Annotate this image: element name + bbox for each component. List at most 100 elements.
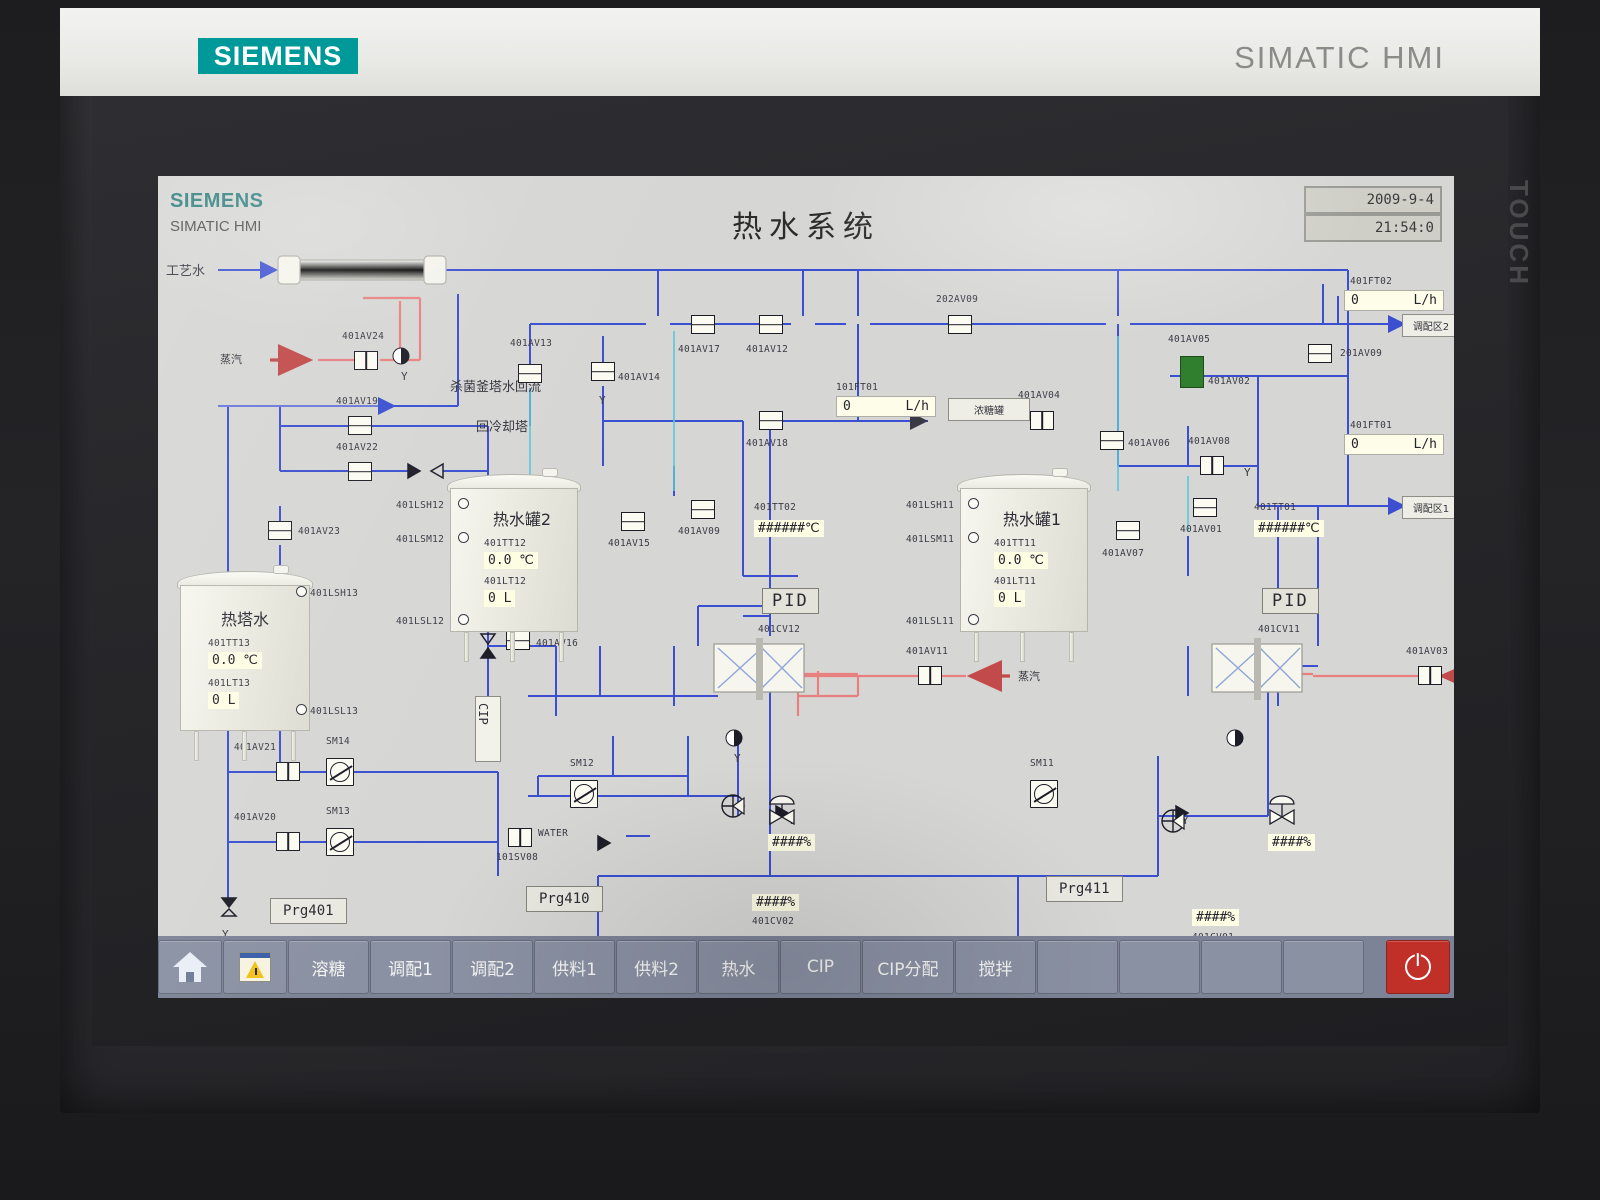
valve-401AV01-label: 401AV01 [1180, 524, 1223, 535]
valve-401AV06[interactable] [1100, 431, 1124, 450]
nav-tab-jiaoban[interactable]: 搅拌 [955, 940, 1036, 994]
valve-401AV19[interactable] [348, 416, 372, 435]
flowmeter-401FT01-tag: 401FT01 [1350, 420, 1393, 431]
flowmeter-101FT01-tag: 101FT01 [836, 382, 879, 393]
cv-401CV02-value: ####% [752, 894, 800, 911]
pid-401CV12[interactable]: PID [762, 588, 819, 614]
bottom-navigation-bar: 溶糖 调配1 调配2 供料1 供料2 热水 CIP CIP分配 搅拌 [158, 936, 1454, 998]
valve-401AV03[interactable] [1418, 666, 1442, 685]
valve-201AV09-label: 201AV09 [1340, 348, 1383, 359]
pump-SM11[interactable] [1030, 780, 1058, 808]
flowmeter-401FT02-unit: L/h [1413, 293, 1437, 308]
pid-401CV11-tag: 401CV11 [1258, 624, 1301, 635]
svg-text:Y: Y [599, 394, 606, 407]
valve-401AV01[interactable] [1193, 498, 1217, 517]
prg410-button[interactable]: Prg410 [526, 886, 603, 912]
valve-401AV22[interactable] [348, 462, 372, 481]
sensor-401LSL13-label: 401LSL13 [310, 706, 359, 717]
tank3-level-tag: 401LT13 [208, 678, 251, 689]
valve-401AV15[interactable] [621, 512, 645, 531]
cv11-actuator [1269, 795, 1295, 826]
tank2-temp-value: 0.0 ℃ [484, 552, 538, 569]
heat-exchanger-2-shape [713, 638, 805, 700]
prg401-button[interactable]: Prg401 [270, 898, 347, 924]
valve-401AV19-label: 401AV19 [336, 396, 379, 407]
valve-401AV08[interactable] [1200, 456, 1224, 475]
valve-401AV24[interactable] [354, 351, 378, 370]
valve-401AV02-label: 401AV02 [1208, 376, 1251, 387]
fan-glyph-cv02 [721, 794, 745, 818]
cv-401CV01-value: ####% [1192, 909, 1240, 926]
cip-module-label: CIP [476, 703, 490, 725]
nav-alarm-button[interactable] [223, 940, 287, 994]
nav-tab-blank-2[interactable] [1119, 940, 1200, 994]
pump-SM14[interactable] [326, 758, 354, 786]
tank2-temp-tag: 401TT12 [484, 538, 527, 549]
flowmeter-401FT01-dest[interactable]: 调配区1 [1402, 496, 1454, 519]
valve-401AV05[interactable] [1180, 356, 1204, 388]
nav-tab-reshui[interactable]: 热水 [698, 940, 779, 994]
flowmeter-401FT02-value: 0 L/h [1344, 290, 1444, 311]
valve-101SV08-label: 101SV08 [496, 852, 539, 863]
temp-401TT01-value: ######℃ [1254, 520, 1324, 537]
tank2-name: 热水罐2 [492, 510, 552, 529]
svg-text:Y: Y [1244, 466, 1251, 479]
temp-401TT02-value: ######℃ [754, 520, 824, 537]
valve-401AV24-label: 401AV24 [342, 331, 385, 342]
flowmeter-101FT01-number: 0 [843, 399, 851, 414]
nav-tab-diaopei2[interactable]: 调配2 [452, 940, 533, 994]
nav-tab-blank-3[interactable] [1201, 940, 1282, 994]
sensor-401LSH12-label: 401LSH12 [396, 500, 445, 511]
valve-101SV08[interactable] [508, 828, 532, 847]
flowmeter-101FT01-dest[interactable]: 浓糖罐 [948, 398, 1030, 421]
valve-201AV09[interactable] [1308, 344, 1332, 363]
prg411-button[interactable]: Prg411 [1046, 876, 1123, 902]
warning-icon [239, 952, 271, 982]
pump-SM13[interactable] [326, 828, 354, 856]
pump-SM12[interactable] [570, 780, 598, 808]
valve-401AV04[interactable] [1030, 411, 1054, 430]
tank3-temp-tag: 401TT13 [208, 638, 251, 649]
valve-202AV09[interactable] [948, 315, 972, 334]
valve-401AV17[interactable] [691, 315, 715, 334]
nav-tab-gongliao2[interactable]: 供料2 [616, 940, 697, 994]
valve-401AV20-label: 401AV20 [234, 812, 277, 823]
nav-tab-cip-fenpei[interactable]: CIP分配 [862, 940, 954, 994]
valve-202AV09-label: 202AV09 [936, 294, 979, 305]
valve-401AV13[interactable] [518, 364, 542, 383]
valve-401AV12[interactable] [759, 315, 783, 334]
pid-401CV11[interactable]: PID [1262, 588, 1319, 614]
cv-401CV02-tag: 401CV02 [752, 916, 795, 927]
nav-home-button[interactable] [158, 940, 222, 994]
valve-401AV11[interactable] [918, 666, 942, 685]
valve-401AV14[interactable] [591, 362, 615, 381]
svg-text:Y: Y [222, 928, 229, 936]
nav-tab-blank-4[interactable] [1283, 940, 1364, 994]
nav-tab-blank-1[interactable] [1037, 940, 1118, 994]
svg-text:Y: Y [734, 752, 741, 765]
valve-401AV13-label: 401AV13 [510, 338, 553, 349]
inlet-steam-left-label: 蒸汽 [220, 353, 242, 366]
temp-401TT01-tag: 401TT01 [1254, 502, 1297, 513]
flowmeter-401FT01-unit: L/h [1413, 437, 1437, 452]
valve-401AV21[interactable] [276, 762, 300, 781]
sensor-401LSL12 [458, 614, 469, 625]
sensor-401LSM11 [968, 532, 979, 543]
sensor-401LSL12-label: 401LSL12 [396, 616, 445, 627]
valve-401AV07[interactable] [1116, 521, 1140, 540]
valve-401AV12-label: 401AV12 [746, 344, 789, 355]
nav-tab-cip[interactable]: CIP [780, 940, 861, 994]
valve-401AV23[interactable] [268, 521, 292, 540]
tank3-temp-value: 0.0 ℃ [208, 652, 262, 669]
valve-401AV20[interactable] [276, 832, 300, 851]
nav-power-button[interactable] [1386, 940, 1450, 994]
nav-tab-diaopei1[interactable]: 调配1 [370, 940, 451, 994]
valve-401AV18[interactable] [759, 411, 783, 430]
valve-401AV14-label: 401AV14 [618, 372, 661, 383]
nav-tab-gongliao1[interactable]: 供料1 [534, 940, 615, 994]
nav-tab-rongtang[interactable]: 溶糖 [288, 940, 369, 994]
device-top-bezel: SIEMENS SIMATIC HMI [60, 8, 1540, 96]
flowmeter-401FT02-dest[interactable]: 调配区2 [1402, 314, 1454, 337]
sensor-401LSM12 [458, 532, 469, 543]
valve-401AV09[interactable] [691, 500, 715, 519]
